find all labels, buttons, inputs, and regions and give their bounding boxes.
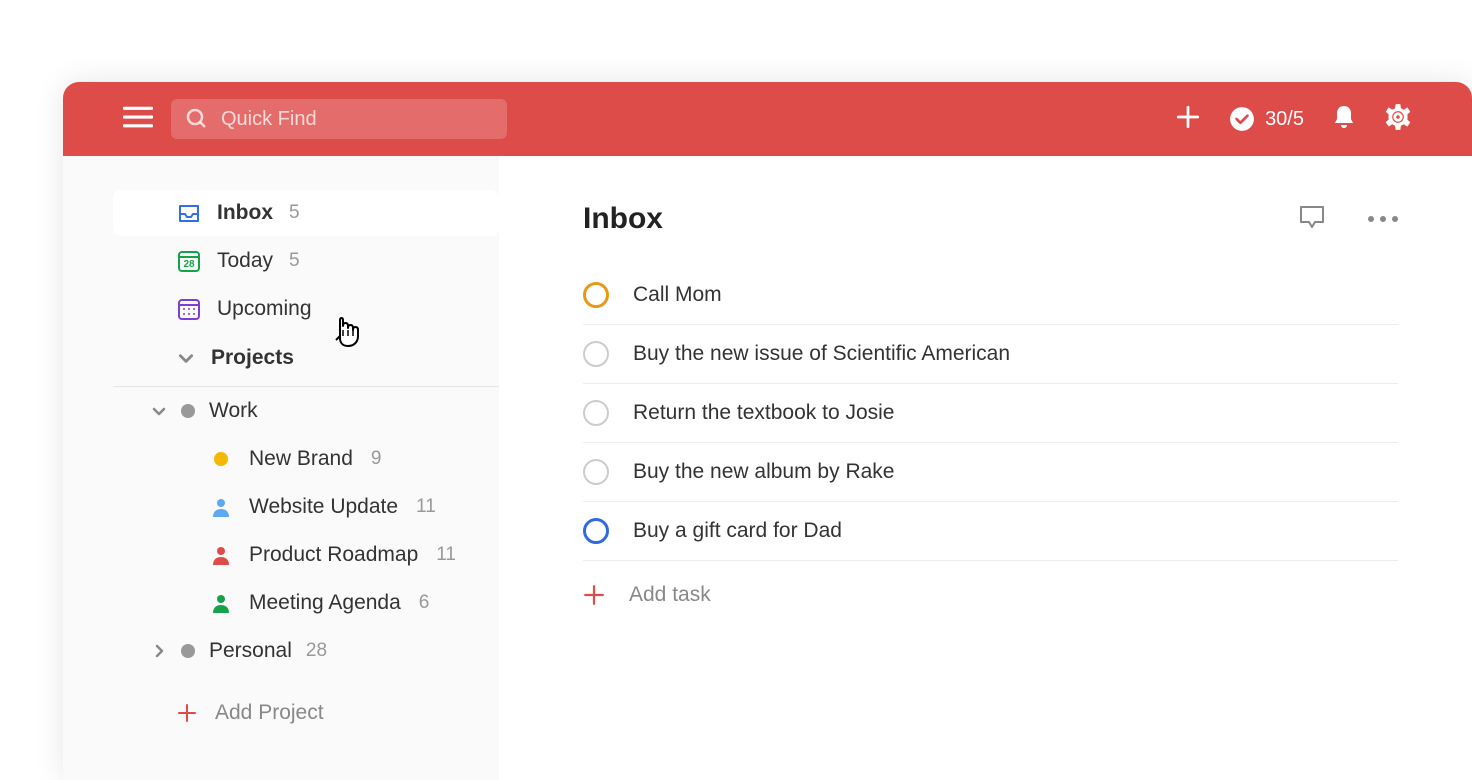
projects-label: Projects [211,346,294,370]
comments-button[interactable] [1298,204,1326,235]
add-project-label: Add Project [215,701,324,725]
sidebar-project-product-roadmap[interactable]: Product Roadmap 11 [113,531,499,579]
task-item[interactable]: Buy the new album by Rake [583,443,1398,502]
search-placeholder: Quick Find [221,108,317,131]
color-dot [181,404,195,418]
task-item[interactable]: Call Mom [583,266,1398,325]
calendar-upcoming-icon [177,297,201,321]
hamburger-menu-button[interactable] [123,105,153,134]
task-title: Buy the new album by Rake [633,460,894,484]
add-project-button[interactable]: Add Project [113,689,499,737]
header: Quick Find 30/5 [63,82,1472,156]
svg-text:28: 28 [183,259,195,270]
notifications-button[interactable] [1332,104,1356,135]
sidebar-item-inbox[interactable]: Inbox 5 [113,190,499,236]
app-window: Quick Find 30/5 [63,82,1472,780]
task-checkbox[interactable] [583,518,609,544]
main-content: Inbox Call Mom [499,156,1472,780]
sidebar-item-upcoming[interactable]: Upcoming [113,286,499,332]
sidebar-project-website-update[interactable]: Website Update 11 [113,483,499,531]
search-input[interactable]: Quick Find [171,99,507,139]
project-label: New Brand [249,447,353,471]
sidebar-item-today[interactable]: 28 Today 5 [113,238,499,284]
nav-count: 5 [289,250,300,272]
sidebar: Inbox 5 28 Today 5 [63,156,499,780]
task-title: Buy a gift card for Dad [633,519,842,543]
page-title: Inbox [583,202,663,236]
project-count: 11 [416,496,436,518]
header-right: 30/5 [1175,103,1412,136]
task-title: Return the textbook to Josie [633,401,895,425]
person-icon [211,545,231,565]
bell-icon [1332,104,1356,130]
person-icon [211,593,231,613]
hamburger-icon [123,105,153,129]
main-header: Inbox [583,202,1398,236]
category-count: 28 [306,640,327,662]
body: Inbox 5 28 Today 5 [63,156,1472,780]
task-checkbox[interactable] [583,282,609,308]
add-task-button[interactable]: Add task [583,565,1398,625]
project-label: Meeting Agenda [249,591,401,615]
productivity-score: 30/5 [1265,108,1304,131]
add-task-label: Add task [629,583,711,607]
chevron-down-icon [151,403,167,419]
projects-header[interactable]: Projects [113,334,499,382]
plus-icon [177,703,197,723]
project-count: 6 [419,592,430,614]
color-dot-icon [211,449,231,469]
nav-label: Inbox [217,201,273,225]
settings-button[interactable] [1384,103,1412,136]
check-circle-icon [1229,106,1255,132]
project-label: Product Roadmap [249,543,418,567]
person-icon [211,497,231,517]
productivity-button[interactable]: 30/5 [1229,106,1304,132]
task-title: Call Mom [633,283,722,307]
sidebar-category-work[interactable]: Work [113,387,499,435]
sidebar-category-personal[interactable]: Personal 28 [113,627,499,675]
task-title: Buy the new issue of Scientific American [633,342,1010,366]
project-count: 11 [436,544,456,566]
category-label: Work [209,399,258,423]
chevron-right-icon [151,643,167,659]
nav-label: Today [217,249,273,273]
main-actions [1298,204,1398,235]
search-icon [185,107,209,131]
gear-icon [1384,103,1412,131]
chevron-down-icon [177,349,195,367]
more-options-button[interactable] [1368,216,1398,222]
task-item[interactable]: Return the textbook to Josie [583,384,1398,443]
task-checkbox[interactable] [583,400,609,426]
more-icon-dot [1392,216,1398,222]
nav-label: Upcoming [217,297,312,321]
header-left: Quick Find [123,99,507,139]
category-label: Personal [209,639,292,663]
project-label: Website Update [249,495,398,519]
inbox-icon [177,201,201,225]
plus-icon [583,584,605,606]
plus-icon [1175,104,1201,130]
color-dot [181,644,195,658]
task-checkbox[interactable] [583,459,609,485]
calendar-today-icon: 28 [177,249,201,273]
comment-icon [1298,204,1326,230]
task-checkbox[interactable] [583,341,609,367]
more-icon-dot [1368,216,1374,222]
nav-count: 5 [289,202,300,224]
add-button[interactable] [1175,104,1201,135]
sidebar-project-meeting-agenda[interactable]: Meeting Agenda 6 [113,579,499,627]
sidebar-project-new-brand[interactable]: New Brand 9 [113,435,499,483]
task-item[interactable]: Buy a gift card for Dad [583,502,1398,561]
task-item[interactable]: Buy the new issue of Scientific American [583,325,1398,384]
project-count: 9 [371,448,382,470]
more-icon-dot [1380,216,1386,222]
